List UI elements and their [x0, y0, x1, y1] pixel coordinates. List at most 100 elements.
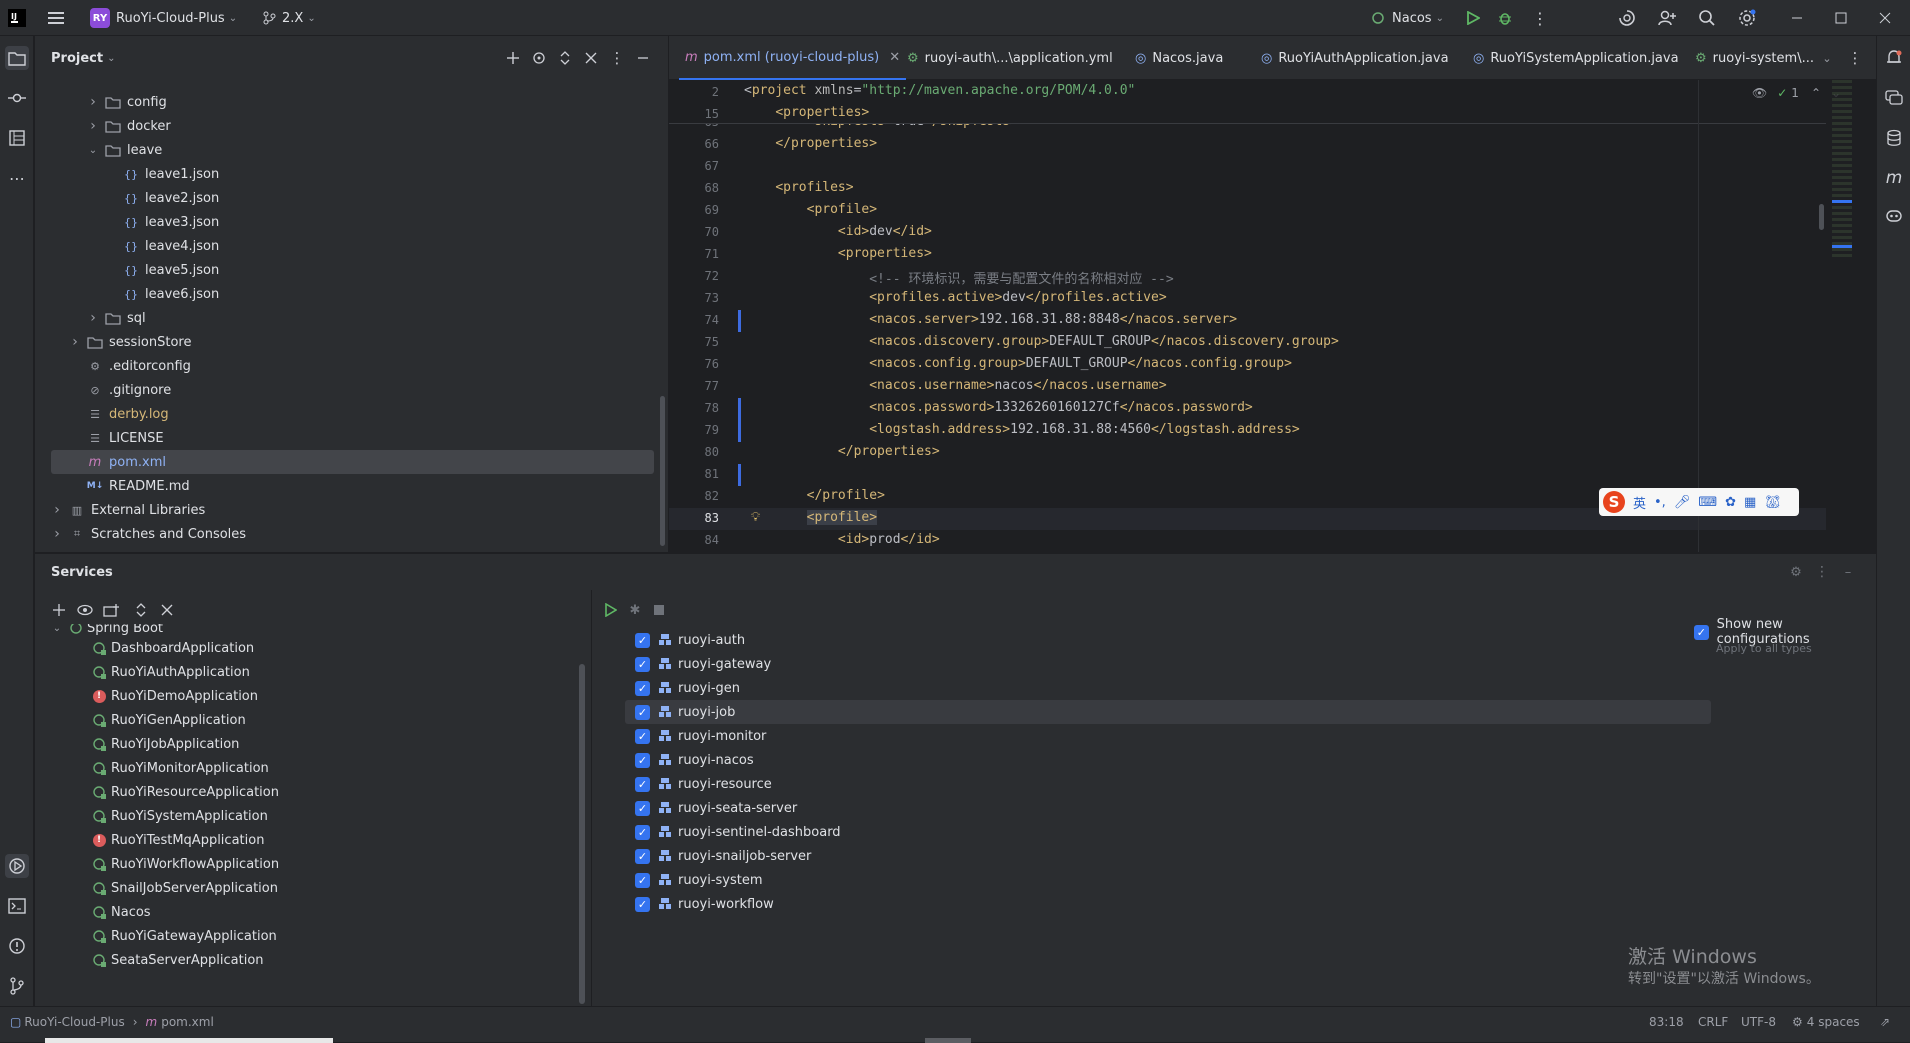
chevron-right-icon[interactable]: › — [51, 526, 63, 542]
checkbox-checked-icon[interactable]: ✓ — [635, 872, 650, 888]
view-options-eye-icon[interactable] — [75, 600, 95, 620]
checkbox-checked-icon[interactable]: ✓ — [635, 776, 650, 792]
service-module-item[interactable]: ✓ ruoyi-gen — [625, 676, 1711, 700]
project-tree-item[interactable]: M↓ README.md — [51, 474, 654, 498]
project-tree-item[interactable]: › docker — [51, 114, 654, 138]
code-line[interactable]: <id>dev</id> — [744, 224, 932, 239]
ime-toolbar[interactable]: S 英 •, 🎤︎ ⌨ ✿ ▦ 🐹︎ — [1599, 488, 1799, 516]
collapse-all-icon[interactable] — [581, 48, 601, 68]
add-service-icon[interactable] — [49, 600, 69, 620]
service-app-item[interactable]: DashboardApplication — [91, 636, 254, 660]
mascot-icon[interactable]: 🐹︎ — [1764, 495, 1781, 510]
checkbox-checked-icon[interactable]: ✓ — [635, 824, 650, 840]
maximize-window-icon[interactable] — [1826, 0, 1856, 36]
service-module-item[interactable]: ✓ ruoyi-sentinel-dashboard — [625, 820, 1711, 844]
checkbox-checked-icon[interactable]: ✓ — [635, 728, 650, 744]
service-app-item[interactable]: RuoYiJobApplication — [91, 732, 239, 756]
ime-language-toggle[interactable]: 英 — [1633, 493, 1646, 512]
code-line[interactable]: <!-- 环境标识，需要与配置文件的名称相对应 --> — [744, 268, 1173, 287]
microphone-icon[interactable]: 🎤︎ — [1674, 495, 1691, 510]
run-selected-icon[interactable] — [601, 600, 621, 620]
hide-services-icon[interactable]: – — [1838, 562, 1858, 582]
code-line[interactable]: <nacos.password>13326260160127Cf</nacos.… — [744, 400, 1253, 415]
code-line[interactable]: <skipTests>true</skipTests> — [744, 124, 1018, 129]
vcs-change-marker[interactable] — [738, 420, 741, 442]
more-tools-icon[interactable]: ⋯ — [5, 166, 29, 190]
notifications-bell-icon[interactable] — [1882, 46, 1906, 70]
project-tree-item[interactable]: {} leave3.json — [51, 210, 654, 234]
branch-switcher[interactable]: 2.X ⌄ — [262, 0, 316, 36]
service-app-item[interactable]: RuoYiSystemApplication — [91, 804, 268, 828]
service-app-item[interactable]: RuoYiWorkflowApplication — [91, 852, 279, 876]
services-settings-icon[interactable]: ⚙ — [1786, 562, 1806, 582]
code-line[interactable]: <profile> — [744, 510, 878, 525]
checkbox-checked-icon[interactable]: ✓ — [635, 680, 650, 696]
copilot-icon[interactable] — [1882, 204, 1906, 228]
services-tool-icon[interactable] — [5, 854, 29, 878]
sticky-code-line[interactable]: <project xmlns="http://maven.apache.org/… — [744, 83, 1135, 98]
close-tab-icon[interactable]: ✕ — [889, 50, 900, 65]
vcs-change-marker[interactable] — [738, 310, 741, 332]
checkbox-checked-icon[interactable]: ✓ — [635, 800, 650, 816]
project-tree-item[interactable]: {} leave2.json — [51, 186, 654, 210]
checkbox-checked-icon[interactable]: ✓ — [635, 704, 650, 720]
project-tree-item[interactable]: ⊘ .gitignore — [51, 378, 654, 402]
services-options-icon[interactable]: ⋮ — [1812, 562, 1832, 582]
code-line[interactable]: </profile> — [744, 488, 885, 503]
line-ending[interactable]: CRLF — [1698, 1007, 1728, 1037]
chevron-down-icon[interactable]: ⌄ — [87, 145, 99, 156]
code-with-me-icon[interactable] — [1655, 0, 1679, 36]
tab-ruoyi-system-application[interactable]: ◎ RuoYiSystemApplication.java — [1467, 36, 1685, 80]
new-file-icon[interactable] — [503, 48, 523, 68]
service-app-item[interactable]: RuoYiMonitorApplication — [91, 756, 269, 780]
checkbox-checked-icon[interactable]: ✓ — [635, 896, 650, 912]
checkbox-checked-icon[interactable]: ✓ — [635, 656, 650, 672]
punctuation-icon[interactable]: •, — [1654, 495, 1666, 510]
project-tree-item[interactable]: › ⌗ Scratches and Consoles — [51, 522, 654, 546]
checkbox-checked-icon[interactable]: ✓ — [1694, 624, 1709, 640]
locate-file-icon[interactable] — [529, 48, 549, 68]
run-icon[interactable] — [1462, 0, 1484, 36]
service-module-item[interactable]: ✓ ruoyi-gateway — [625, 652, 1711, 676]
file-encoding[interactable]: UTF-8 — [1741, 1007, 1776, 1037]
project-tree-item[interactable]: {} leave5.json — [51, 258, 654, 282]
service-app-item[interactable]: SeataServerApplication — [91, 948, 264, 972]
service-app-item[interactable]: ! RuoYiTestMqApplication — [91, 828, 264, 852]
keyboard-icon[interactable]: ⌨ — [1698, 495, 1717, 510]
close-window-icon[interactable] — [1870, 0, 1900, 36]
project-tree-item[interactable]: {} leave1.json — [51, 162, 654, 186]
tab-ruoyi-system-truncated[interactable]: ⚙ ruoyi-system\... — [1689, 36, 1820, 80]
chevron-right-icon[interactable]: › — [87, 118, 99, 134]
toolbox-icon[interactable]: ▦ — [1744, 495, 1756, 510]
terminal-tool-icon[interactable] — [5, 894, 29, 918]
service-app-item[interactable]: SnailJobServerApplication — [91, 876, 278, 900]
breadcrumb-file[interactable]: pom.xml — [161, 1015, 214, 1029]
project-tree-item[interactable]: m pom.xml — [51, 450, 654, 474]
collapse-all-icon[interactable] — [157, 600, 177, 620]
code-line[interactable]: <nacos.server>192.168.31.88:8848</nacos.… — [744, 312, 1237, 327]
service-module-item[interactable]: ✓ ruoyi-workflow — [625, 892, 1711, 916]
services-tree-scrollbar[interactable] — [579, 664, 585, 1004]
tab-ruoyi-auth-application[interactable]: ◎ RuoYiAuthApplication.java — [1255, 36, 1455, 80]
tab-application-yml[interactable]: ⚙ ruoyi-auth\...\application.yml — [901, 36, 1119, 80]
chevron-up-icon[interactable]: ⌃ — [1811, 86, 1821, 100]
checkbox-checked-icon[interactable]: ✓ — [635, 632, 650, 648]
skin-icon[interactable]: ✿ — [1725, 495, 1736, 510]
project-tree-item[interactable]: › sessionStore — [51, 330, 654, 354]
code-line[interactable]: <nacos.config.group>DEFAULT_GROUP</nacos… — [744, 356, 1292, 371]
vcs-change-marker[interactable] — [738, 398, 741, 420]
ai-assistant-icon[interactable] — [1615, 0, 1639, 36]
project-tree-item[interactable]: {} leave6.json — [51, 282, 654, 306]
checkbox-checked-icon[interactable]: ✓ — [635, 752, 650, 768]
project-tree-item[interactable]: › config — [51, 90, 654, 114]
new-group-icon[interactable] — [101, 600, 121, 620]
expand-all-icon[interactable] — [131, 600, 151, 620]
run-config-selector[interactable]: Nacos ⌄ — [1370, 0, 1444, 36]
indent-setting[interactable]: ⚙ 4 spaces — [1792, 1007, 1860, 1037]
hide-panel-icon[interactable] — [633, 48, 653, 68]
service-app-item[interactable]: Nacos — [91, 900, 151, 924]
service-module-item[interactable]: ✓ ruoyi-system — [625, 868, 1711, 892]
inspection-widget[interactable]: 👁 ✓ 1 ⌃ ⌄ — [1752, 86, 1841, 100]
main-menu-icon[interactable] — [44, 0, 68, 36]
service-module-item[interactable]: ✓ ruoyi-monitor — [625, 724, 1711, 748]
